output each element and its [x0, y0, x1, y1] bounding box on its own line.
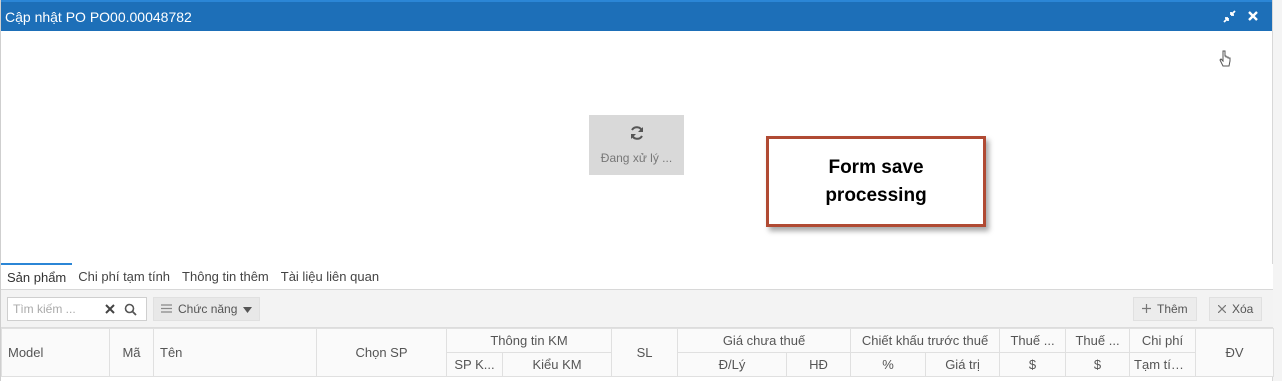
col-dv-header[interactable]: ĐV: [1195, 328, 1275, 377]
col-kieu-km-header[interactable]: Kiểu KM: [501, 352, 613, 377]
function-menu-button[interactable]: Chức năng: [153, 297, 261, 321]
col-hd-header[interactable]: HĐ: [786, 352, 852, 377]
window-title: Cập nhật PO PO00.00048782: [5, 8, 192, 25]
processing-label: Đang xử lý ...: [600, 151, 673, 165]
grid-toolbar: Chức năng Thêm Xóa: [1, 290, 1273, 328]
window-scrollbar[interactable]: [1272, 0, 1282, 381]
group-thue1-header: Thuế ...: [999, 328, 1067, 353]
add-button-label: Thêm: [1157, 302, 1188, 316]
col-model-header[interactable]: Model: [1, 328, 110, 377]
add-button[interactable]: Thêm: [1133, 297, 1197, 321]
col-tam-tinh-header[interactable]: Tạm tính ...: [1129, 352, 1197, 377]
group-thue2-header: Thuế ...: [1065, 328, 1131, 353]
tab-tai-lieu-lien-quan[interactable]: Tài liệu liên quan: [275, 263, 385, 289]
col-sl-header[interactable]: SL: [611, 328, 679, 377]
col-ma-header[interactable]: Mã: [109, 328, 154, 377]
search-input[interactable]: [8, 299, 100, 319]
annotation-callout: Form save processing: [766, 136, 986, 227]
group-chi-phi-header: Chi phí: [1129, 328, 1197, 353]
x-icon: [1217, 302, 1227, 316]
col-ten-header[interactable]: Tên: [153, 328, 317, 377]
caret-down-icon: [243, 302, 253, 316]
tab-chi-phi-tam-tinh[interactable]: Chi phí tạm tính: [72, 263, 176, 289]
group-gia-chua-thue-header: Giá chưa thuế: [677, 328, 852, 353]
delete-button[interactable]: Xóa: [1209, 297, 1263, 321]
col-thue1-unit-header[interactable]: $: [999, 352, 1067, 377]
col-chon-sp-header[interactable]: Chọn SP: [316, 328, 447, 377]
processing-overlay: Đang xử lý ...: [589, 115, 684, 175]
col-percent-header[interactable]: %: [850, 352, 927, 377]
tab-bar: Sản phẩm Chi phí tạm tính Thông tin thêm…: [1, 263, 1273, 290]
close-icon[interactable]: [1245, 8, 1261, 24]
hamburger-icon: [161, 302, 172, 316]
col-d-ly-header[interactable]: Đ/Lý: [677, 352, 788, 377]
shrink-icon[interactable]: [1221, 8, 1237, 24]
col-thue2-unit-header[interactable]: $: [1065, 352, 1131, 377]
hand-cursor-icon: [1218, 50, 1232, 73]
group-thong-tin-km-header: Thông tin KM: [445, 328, 613, 353]
product-grid: Model Mã Tên Chọn SP Thông tin KM SL Giá…: [1, 328, 1275, 377]
function-menu-label: Chức năng: [178, 302, 238, 316]
search-icon[interactable]: [120, 298, 140, 320]
window-titlebar: Cập nhật PO PO00.00048782: [1, 0, 1273, 31]
titlebar-controls: [1221, 8, 1261, 24]
plus-icon: [1142, 302, 1151, 316]
tab-thong-tin-them[interactable]: Thông tin thêm: [176, 263, 275, 289]
col-gia-tri-header[interactable]: Giá trị: [925, 352, 1001, 377]
refresh-icon: [629, 125, 645, 144]
search-box: [7, 297, 147, 321]
callout-text: Form save processing: [825, 156, 927, 206]
group-chiet-khau-header: Chiết khấu trước thuế: [850, 328, 1001, 353]
clear-icon[interactable]: [100, 298, 120, 320]
delete-button-label: Xóa: [1232, 302, 1254, 316]
tab-san-pham[interactable]: Sản phẩm: [1, 263, 73, 289]
col-sp-k-header[interactable]: SP K...: [446, 352, 503, 377]
po-update-window: Cập nhật PO PO00.00048782 Đang xử lý ...…: [0, 0, 1282, 381]
